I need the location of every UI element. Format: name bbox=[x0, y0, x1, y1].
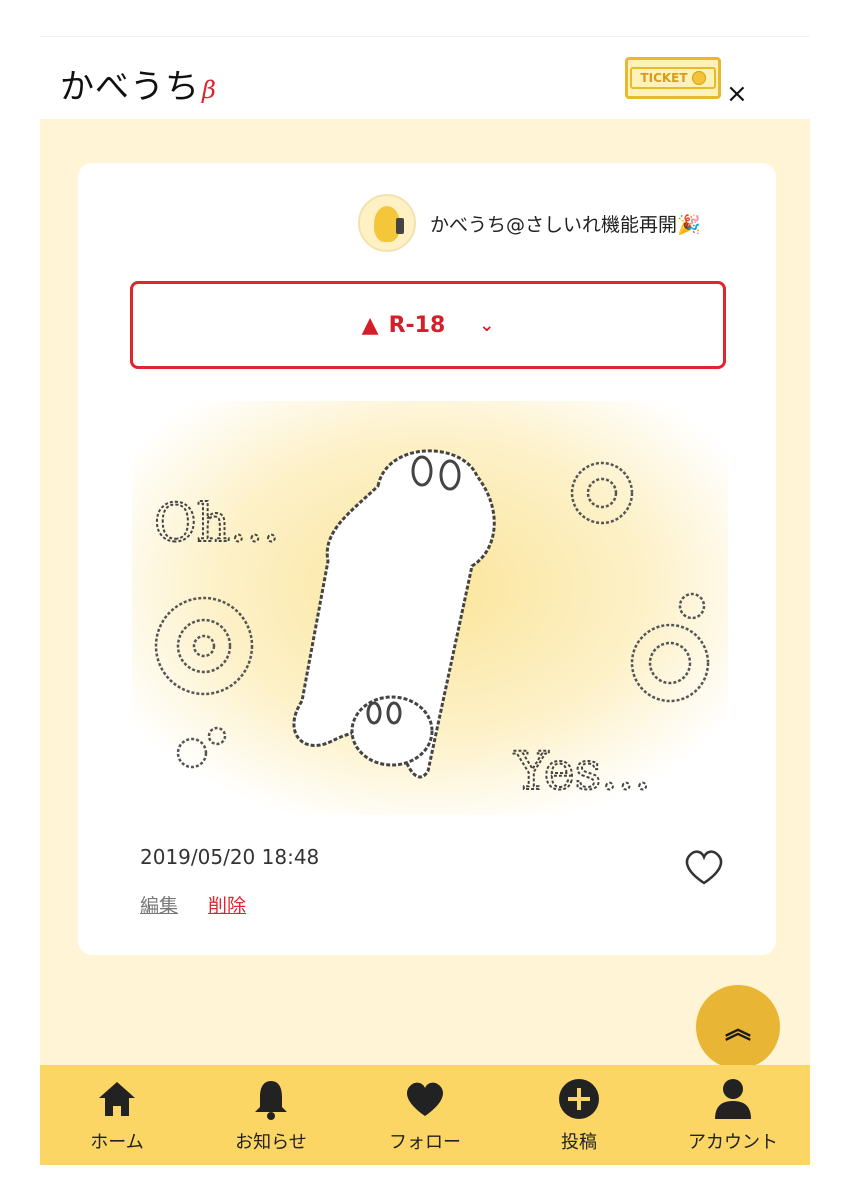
edit-link[interactable]: 編集 bbox=[140, 891, 178, 918]
warning-icon: ▲ bbox=[361, 312, 379, 338]
nav-label-home: ホーム bbox=[90, 1132, 144, 1153]
logo-text: かべうち bbox=[60, 67, 200, 107]
nav-item-notifications[interactable]: お知らせ bbox=[194, 1065, 348, 1165]
heart-icon[interactable] bbox=[682, 847, 726, 887]
nav-item-home[interactable]: ホーム bbox=[40, 1065, 194, 1165]
post-timestamp: 2019/05/20 18:48 bbox=[140, 845, 320, 869]
header: かべうちβ TICKET × bbox=[40, 37, 810, 119]
ticket-icon: TICKET bbox=[630, 67, 716, 89]
nav-label-follow: フォロー bbox=[389, 1132, 461, 1153]
nav-item-post[interactable]: 投稿 bbox=[502, 1065, 656, 1165]
microphone-icon bbox=[396, 218, 404, 234]
bottom-nav: ホーム お知らせ フォロー 投稿 アカウント bbox=[40, 1065, 810, 1165]
nav-label-account: アカウント bbox=[688, 1132, 778, 1153]
avatar[interactable] bbox=[358, 194, 416, 252]
heart-icon bbox=[400, 1076, 450, 1122]
nav-item-follow[interactable]: フォロー bbox=[348, 1065, 502, 1165]
post-illustration[interactable]: Oh... Yes... bbox=[132, 401, 728, 815]
app-logo[interactable]: かべうちβ bbox=[60, 59, 217, 108]
illustration-text-yes: Yes... bbox=[513, 742, 651, 802]
r18-warning-toggle[interactable]: ▲ R-18 ⌄ bbox=[130, 281, 726, 369]
nav-label-notifications: お知らせ bbox=[235, 1132, 307, 1153]
author-name[interactable]: かべうち@さしいれ機能再開🎉 bbox=[430, 210, 701, 237]
chevron-down-icon: ⌄ bbox=[479, 314, 495, 336]
logo-beta: β bbox=[202, 76, 217, 104]
rating-label: R-18 bbox=[388, 312, 446, 338]
ticket-button[interactable]: TICKET bbox=[625, 57, 721, 99]
coin-icon bbox=[691, 71, 706, 85]
post-card: かべうち@さしいれ機能再開🎉 ▲ R-18 ⌄ Oh... Yes... 201… bbox=[78, 163, 776, 955]
author-info[interactable]: かべうち@さしいれ機能再開🎉 bbox=[358, 193, 701, 253]
main-content: かべうち@さしいれ機能再開🎉 ▲ R-18 ⌄ Oh... Yes... 201… bbox=[40, 119, 810, 1069]
double-chevron-up-icon: ︽ bbox=[724, 1014, 751, 1045]
delete-link[interactable]: 削除 bbox=[208, 891, 246, 918]
plus-circle-icon bbox=[554, 1076, 604, 1122]
nav-label-post: 投稿 bbox=[561, 1132, 597, 1153]
home-icon bbox=[92, 1076, 142, 1122]
person-icon bbox=[708, 1076, 758, 1122]
close-button[interactable]: × bbox=[726, 81, 748, 107]
scroll-to-top-button[interactable]: ︽ bbox=[696, 985, 780, 1069]
nav-item-account[interactable]: アカウント bbox=[656, 1065, 810, 1165]
illustration-text-oh: Oh... bbox=[154, 494, 280, 554]
post-actions: 編集 削除 bbox=[140, 891, 246, 918]
bell-icon bbox=[246, 1076, 296, 1122]
ticket-label: TICKET bbox=[640, 71, 688, 85]
app-window: かべうちβ TICKET × かべうち@さしいれ機能再開🎉 ▲ R-18 ⌄ O… bbox=[40, 36, 810, 1165]
